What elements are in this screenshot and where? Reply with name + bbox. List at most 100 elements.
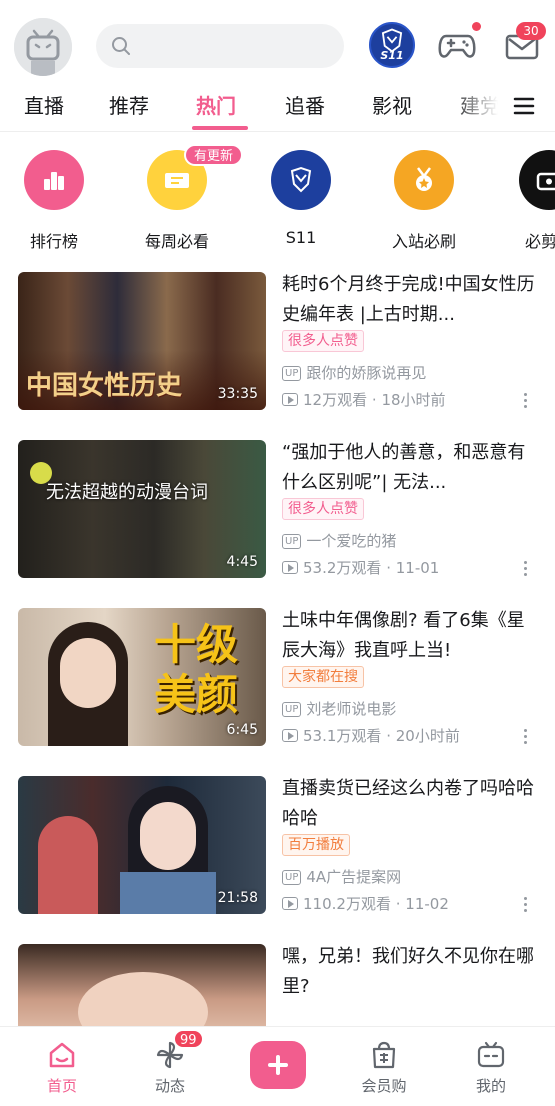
video-tag: 很多人点赞 — [282, 498, 364, 520]
more-options-icon[interactable] — [518, 558, 532, 578]
up-icon: UP — [282, 534, 302, 549]
message-count-badge: 30 — [516, 22, 546, 40]
view-count: 110.2万观看 — [303, 895, 391, 913]
stats-separator: · — [395, 895, 401, 913]
publish-time: 20小时前 — [395, 727, 460, 745]
tab-recommend[interactable]: 推荐 — [109, 90, 149, 119]
video-stats: 53.1万观看 · 20小时前 — [282, 725, 460, 746]
tab-popular[interactable]: 热门 — [196, 90, 236, 119]
video-tag: 大家都在搜 — [282, 666, 364, 688]
shortcut-icon-circle — [24, 150, 84, 210]
publish-plus-button[interactable] — [250, 1041, 306, 1089]
view-count: 53.1万观看 — [303, 727, 382, 745]
play-count-icon — [282, 897, 298, 910]
stats-separator: · — [371, 391, 377, 409]
uploader-name: 刘老师说电影 — [306, 700, 397, 718]
video-tag: 很多人点赞 — [282, 330, 364, 352]
nav-member-shop[interactable]: 会员购 — [344, 1033, 424, 1096]
menu-icon[interactable] — [512, 94, 536, 118]
shortcut-label: 入站必刷 — [391, 232, 456, 251]
thumbnail-figure — [38, 816, 98, 914]
up-icon: UP — [282, 702, 302, 717]
video-thumbnail[interactable]: 21:58 — [18, 776, 266, 914]
video-title[interactable]: 土味中年偶像剧? 看了6集《星辰大海》我直呼上当! — [282, 606, 536, 666]
update-tag: 有更新 — [184, 144, 244, 166]
thumbnail-caption: 中国女性历史 — [26, 371, 183, 401]
nav-label: 动态 — [154, 1077, 185, 1095]
shortcut-label: 每周必看 — [144, 232, 209, 251]
publish-time: 11-01 — [395, 559, 440, 577]
shortcut-label: S11 — [285, 228, 317, 247]
s11-emblem-icon — [290, 166, 312, 193]
video-thumbnail[interactable]: 无法超越的动漫台词 4:45 — [18, 440, 266, 578]
stats-separator: · — [386, 727, 391, 745]
video-title[interactable]: 耗时6个月终于完成!中国女性历史编年表 |上古时期... — [282, 270, 536, 330]
shortcut-row: 排行榜 每周必看 有更新 S11 入站必刷 必剪 — [0, 140, 555, 260]
uploader-name: 4A广告提案网 — [306, 868, 402, 886]
tv-icon — [477, 1041, 505, 1068]
game-controller-icon[interactable] — [438, 30, 476, 60]
publish-time: 11-02 — [405, 895, 449, 913]
shortcut-s11[interactable]: S11 — [241, 150, 361, 247]
view-count: 12万观看 — [303, 391, 368, 409]
video-title[interactable]: 嘿，兄弟！我们好久不见你在哪里? — [282, 942, 536, 1002]
video-card[interactable]: 中国女性历史 33:35 耗时6个月终于完成!中国女性历史编年表 |上古时期..… — [0, 262, 555, 430]
tab-film-tv[interactable]: 影视 — [372, 90, 412, 119]
video-duration: 4:45 — [226, 554, 258, 570]
play-count-icon — [282, 561, 298, 574]
video-thumbnail[interactable]: 十级 美颜 6:45 — [18, 608, 266, 746]
tab-anime[interactable]: 追番 — [285, 90, 325, 119]
notification-dot — [472, 22, 481, 31]
bottom-nav: 首页 动态 99 会员购 我的 — [0, 1026, 555, 1106]
shortcut-must-watch[interactable]: 入站必刷 — [364, 150, 484, 252]
nav-label: 我的 — [475, 1077, 506, 1095]
video-stats: 53.2万观看 · 11-01 — [282, 557, 439, 578]
play-count-icon — [282, 393, 298, 406]
more-options-icon[interactable] — [518, 726, 532, 746]
medal-icon — [416, 167, 432, 191]
nav-home[interactable]: 首页 — [22, 1033, 102, 1096]
shortcut-bijian[interactable]: 必剪拍 — [489, 150, 555, 252]
shortcut-label: 排行榜 — [29, 232, 78, 251]
video-thumbnail[interactable]: 中国女性历史 33:35 — [18, 272, 266, 410]
channel-tabs: 直播 推荐 热门 追番 影视 建党 — [0, 82, 555, 132]
tab-live[interactable]: 直播 — [24, 90, 64, 119]
search-input[interactable] — [96, 24, 344, 68]
shortcut-icon-circle — [394, 150, 454, 210]
video-duration: 21:58 — [217, 890, 258, 906]
top-bar: S11 30 — [0, 0, 555, 80]
up-icon: UP — [282, 366, 302, 381]
thumbnail-face — [140, 802, 196, 870]
shortcut-icon-circle — [519, 150, 555, 210]
video-card[interactable]: 21:58 直播卖货已经这么内卷了吗哈哈哈哈 百万播放 UP 4A广告提案网 11… — [0, 766, 555, 934]
nav-label: 首页 — [46, 1077, 77, 1095]
more-options-icon[interactable] — [518, 894, 532, 914]
tv-mascot-icon — [14, 18, 72, 76]
thumbnail-face — [60, 638, 116, 708]
video-title[interactable]: 直播卖货已经这么内卷了吗哈哈哈哈 — [282, 774, 536, 834]
chart-bars-icon — [44, 172, 64, 190]
video-card[interactable]: 十级 美颜 6:45 土味中年偶像剧? 看了6集《星辰大海》我直呼上当! 大家都… — [0, 598, 555, 766]
shortcut-ranking[interactable]: 排行榜 — [0, 150, 114, 252]
video-card[interactable]: 无法超越的动漫台词 4:45 “强加于他人的善意，和恶意有什么区别呢”| 无法.… — [0, 430, 555, 598]
uploader-line[interactable]: UP 4A广告提案网 — [282, 866, 401, 887]
video-title[interactable]: “强加于他人的善意，和恶意有什么区别呢”| 无法... — [282, 438, 536, 498]
thumbnail-caption: 十级 美颜 — [153, 620, 238, 719]
stats-separator: · — [386, 559, 391, 577]
uploader-line[interactable]: UP 刘老师说电影 — [282, 698, 396, 719]
video-stats: 110.2万观看 · 11-02 — [282, 893, 449, 914]
uploader-line[interactable]: UP 一个爱吃的猪 — [282, 530, 396, 551]
home-icon — [49, 1042, 75, 1068]
more-options-icon[interactable] — [518, 390, 532, 410]
play-count-icon — [282, 729, 298, 742]
uploader-line[interactable]: UP 跟你的娇豚说再见 — [282, 362, 426, 383]
s11-event-badge[interactable]: S11 — [369, 22, 415, 68]
up-icon: UP — [282, 870, 302, 885]
thumbnail-costume — [120, 872, 216, 914]
avatar[interactable] — [14, 18, 72, 76]
nav-profile[interactable]: 我的 — [451, 1033, 531, 1096]
video-tag: 百万播放 — [282, 834, 350, 856]
search-icon — [112, 37, 130, 55]
view-count: 53.2万观看 — [303, 559, 382, 577]
uploader-name: 一个爱吃的猪 — [306, 532, 397, 550]
